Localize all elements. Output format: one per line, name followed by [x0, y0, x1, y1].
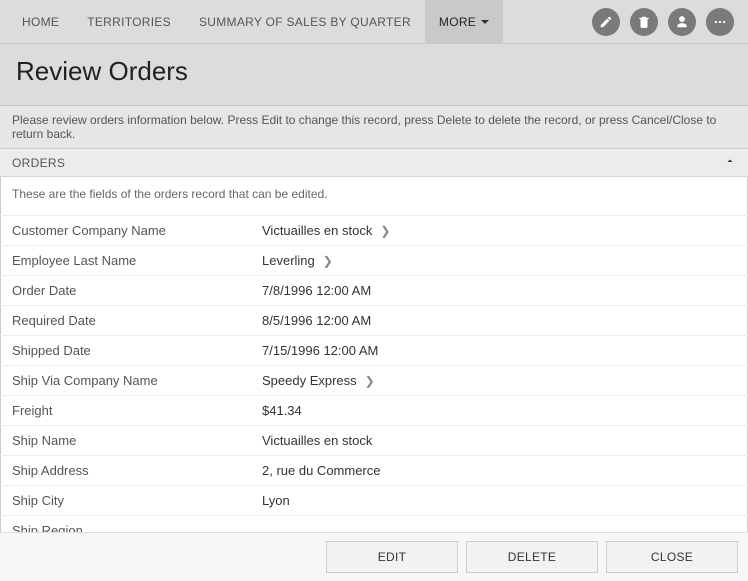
field-row: Required Date8/5/1996 12:00 AM	[0, 305, 748, 335]
chevron-right-icon: ❯	[380, 224, 390, 238]
instructions-text: Please review orders information below. …	[0, 106, 748, 149]
field-row: Order Date7/8/1996 12:00 AM	[0, 275, 748, 305]
field-value: 7/15/1996 12:00 AM	[262, 343, 378, 358]
delete-button[interactable]: DELETE	[466, 541, 598, 573]
nav-item-label: SUMMARY OF SALES BY QUARTER	[199, 15, 411, 29]
field-value-text: $41.34	[262, 403, 302, 418]
chevron-right-icon: ❯	[323, 254, 333, 268]
field-row: Customer Company NameVictuailles en stoc…	[0, 215, 748, 245]
field-label: Ship Address	[12, 463, 262, 478]
field-label: Required Date	[12, 313, 262, 328]
field-value[interactable]: Victuailles en stock ❯	[262, 223, 390, 238]
field-label: Employee Last Name	[12, 253, 262, 268]
field-row: Freight$41.34	[0, 395, 748, 425]
field-value-text: Speedy Express	[262, 373, 357, 388]
edit-button[interactable]: EDIT	[326, 541, 458, 573]
field-value: 2, rue du Commerce	[262, 463, 381, 478]
title-area: Review Orders	[0, 44, 748, 106]
nav-item-territories[interactable]: TERRITORIES	[73, 0, 185, 43]
field-value-text: 7/8/1996 12:00 AM	[262, 283, 371, 298]
person-icon	[675, 15, 689, 29]
field-value-text: 8/5/1996 12:00 AM	[262, 313, 371, 328]
field-value-text: Victuailles en stock	[262, 433, 372, 448]
field-row: Shipped Date7/15/1996 12:00 AM	[0, 335, 748, 365]
nav-item-label: MORE	[439, 15, 476, 29]
delete-icon-button[interactable]	[630, 8, 658, 36]
section-title: ORDERS	[12, 156, 65, 170]
field-value-text: Lyon	[262, 493, 290, 508]
dots-icon	[713, 15, 727, 29]
field-label: Customer Company Name	[12, 223, 262, 238]
field-value-text: Victuailles en stock	[262, 223, 372, 238]
field-label: Order Date	[12, 283, 262, 298]
more-icon-button[interactable]	[706, 8, 734, 36]
field-row: Employee Last NameLeverling ❯	[0, 245, 748, 275]
footer-actions: EDIT DELETE CLOSE	[0, 532, 748, 581]
field-label: Freight	[12, 403, 262, 418]
trash-icon	[637, 15, 651, 29]
field-row: Ship Via Company NameSpeedy Express ❯	[0, 365, 748, 395]
field-value[interactable]: Leverling ❯	[262, 253, 333, 268]
topbar-actions	[592, 8, 740, 36]
close-button[interactable]: CLOSE	[606, 541, 738, 573]
fields-list: Customer Company NameVictuailles en stoc…	[0, 215, 748, 575]
field-value: Lyon	[262, 493, 290, 508]
field-value-text: 7/15/1996 12:00 AM	[262, 343, 378, 358]
nav-items: HOME TERRITORIES SUMMARY OF SALES BY QUART…	[8, 0, 503, 43]
chevron-right-icon: ❯	[365, 374, 375, 388]
field-value: 7/8/1996 12:00 AM	[262, 283, 371, 298]
pencil-icon	[599, 15, 613, 29]
field-value: Victuailles en stock	[262, 433, 372, 448]
nav-item-label: HOME	[22, 15, 59, 29]
field-label: Shipped Date	[12, 343, 262, 358]
field-label: Ship Via Company Name	[12, 373, 262, 388]
field-row: Ship Address2, rue du Commerce	[0, 455, 748, 485]
field-row: Ship CityLyon	[0, 485, 748, 515]
field-value-text: 2, rue du Commerce	[262, 463, 381, 478]
user-icon-button[interactable]	[668, 8, 696, 36]
field-value: 8/5/1996 12:00 AM	[262, 313, 371, 328]
field-label: Ship City	[12, 493, 262, 508]
page-title: Review Orders	[16, 56, 732, 87]
field-value[interactable]: Speedy Express ❯	[262, 373, 375, 388]
chevron-up-icon[interactable]	[724, 155, 736, 170]
section-description: These are the fields of the orders recor…	[0, 177, 748, 215]
field-label: Ship Name	[12, 433, 262, 448]
top-navigation-bar: HOME TERRITORIES SUMMARY OF SALES BY QUART…	[0, 0, 748, 44]
nav-item-summary-of-sales-by-quarter[interactable]: SUMMARY OF SALES BY QUARTER	[185, 0, 425, 43]
field-value: $41.34	[262, 403, 302, 418]
caret-down-icon	[481, 20, 489, 24]
section-header[interactable]: ORDERS	[0, 149, 748, 177]
field-value-text: Leverling	[262, 253, 315, 268]
edit-icon-button[interactable]	[592, 8, 620, 36]
nav-item-more[interactable]: MORE	[425, 0, 503, 43]
nav-item-home[interactable]: HOME	[8, 0, 73, 43]
field-row: Ship NameVictuailles en stock	[0, 425, 748, 455]
nav-item-label: TERRITORIES	[87, 15, 171, 29]
